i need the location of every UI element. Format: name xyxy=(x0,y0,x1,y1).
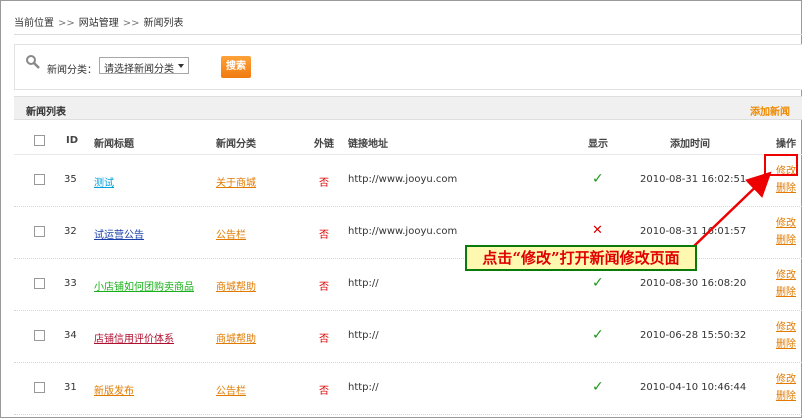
row-category-link[interactable]: 商城帮助 xyxy=(216,278,256,293)
search-button[interactable]: 搜索 xyxy=(221,56,251,78)
breadcrumb: 当前位置 >> 网站管理 >> 新闻列表 xyxy=(14,14,184,29)
row-external: 否 xyxy=(319,334,329,345)
edit-link[interactable]: 修改 xyxy=(776,267,798,284)
row-url: http:// xyxy=(348,382,379,393)
row-url: http://www.jooyu.com xyxy=(348,226,458,237)
row-external: 否 xyxy=(319,178,329,189)
column-header-actions: 操作 xyxy=(776,139,796,150)
row-title-link[interactable]: 店铺信用评价体系 xyxy=(94,330,174,345)
row-external: 否 xyxy=(319,230,329,241)
row-title-link[interactable]: 小店铺如何团购卖商品 xyxy=(94,278,194,293)
row-checkbox[interactable] xyxy=(34,174,45,185)
row-time: 2010-06-28 15:50:32 xyxy=(640,330,747,341)
row-category-link[interactable]: 公告栏 xyxy=(216,382,246,397)
annotation-callout: 点击“修改”打开新闻修改页面 xyxy=(465,245,697,271)
breadcrumb-separator: >> xyxy=(122,18,140,29)
table-row: 34 店铺信用评价体系 商城帮助 否 http:// ✓ 2010-06-28 15:50:… xyxy=(14,310,802,363)
row-category-link[interactable]: 商城帮助 xyxy=(216,330,256,345)
row-shown-status: ✓ xyxy=(592,275,604,291)
divider xyxy=(14,34,802,35)
row-checkbox[interactable] xyxy=(34,330,45,341)
row-time: 2010-08-31 16:02:51 xyxy=(640,174,747,185)
column-header-shown: 显示 xyxy=(588,139,608,150)
chevron-down-icon xyxy=(178,64,184,68)
delete-link[interactable]: 删除 xyxy=(776,232,798,249)
row-actions: 修改 删除 xyxy=(776,267,798,301)
add-news-link[interactable]: 添加新闻 xyxy=(750,103,790,118)
breadcrumb-current: 当前位置 xyxy=(14,18,54,29)
row-id: 34 xyxy=(64,330,77,341)
row-category-link[interactable]: 公告栏 xyxy=(216,226,246,241)
row-external: 否 xyxy=(319,282,329,293)
delete-link[interactable]: 删除 xyxy=(776,388,798,405)
breadcrumb-page: 新闻列表 xyxy=(143,18,184,29)
row-actions: 修改 删除 xyxy=(776,319,798,353)
row-time: 2010-04-10 10:46:44 xyxy=(640,382,747,393)
column-header-external: 外链 xyxy=(314,139,334,150)
row-id: 31 xyxy=(64,382,77,393)
search-icon xyxy=(26,55,40,69)
row-title-link[interactable]: 新版发布 xyxy=(94,382,134,397)
row-id: 33 xyxy=(64,278,77,289)
row-actions: 修改 删除 xyxy=(776,215,798,249)
row-url: http:// xyxy=(348,330,379,341)
row-external: 否 xyxy=(319,386,329,397)
table-row: 35 测试 关于商城 否 http://www.jooyu.com ✓ 2010-08-31… xyxy=(14,154,802,207)
table-title: 新闻列表 xyxy=(26,107,66,118)
edit-link[interactable]: 修改 xyxy=(776,319,798,336)
table-row: 31 新版发布 公告栏 否 http:// ✓ 2010-04-10 10:46:44 修改删… xyxy=(14,362,802,415)
row-shown-status: ✓ xyxy=(592,171,604,187)
row-title-link[interactable]: 试运营公告 xyxy=(94,226,144,241)
row-category-link[interactable]: 关于商城 xyxy=(216,174,256,189)
column-header-row: ID 新闻标题 新闻分类 外链 链接地址 显示 添加时间 操作 xyxy=(14,126,802,155)
category-select[interactable]: 请选择新闻分类 xyxy=(99,57,189,75)
row-id: 35 xyxy=(64,174,77,185)
edit-link[interactable]: 修改 xyxy=(776,371,798,388)
row-shown-status: ✕ xyxy=(592,223,603,238)
row-time: 2010-08-30 16:08:20 xyxy=(640,278,747,289)
column-header-id: ID xyxy=(66,135,79,146)
row-shown-status: ✓ xyxy=(592,379,604,395)
select-all-checkbox[interactable] xyxy=(34,135,45,146)
breadcrumb-separator: >> xyxy=(58,18,75,29)
row-checkbox[interactable] xyxy=(34,382,45,393)
delete-link[interactable]: 删除 xyxy=(776,180,798,197)
row-time: 2010-08-31 16:01:57 xyxy=(640,226,747,237)
delete-link[interactable]: 删除 xyxy=(776,284,798,301)
delete-link[interactable]: 删除 xyxy=(776,336,798,353)
row-url: http://www.jooyu.com xyxy=(348,174,458,185)
column-header-time: 添加时间 xyxy=(670,139,710,150)
breadcrumb-section[interactable]: 网站管理 xyxy=(79,18,119,29)
category-select-value: 请选择新闻分类 xyxy=(104,64,174,75)
row-actions: 修改 删除 xyxy=(776,371,798,405)
filter-bar: 新闻分类： 请选择新闻分类 搜索 xyxy=(14,44,802,90)
row-id: 32 xyxy=(64,226,77,237)
row-title-link[interactable]: 测试 xyxy=(94,174,114,189)
row-url: http:// xyxy=(348,278,379,289)
row-checkbox[interactable] xyxy=(34,226,45,237)
column-header-category: 新闻分类 xyxy=(216,139,256,150)
column-header-url: 链接地址 xyxy=(348,139,388,150)
category-filter-label: 新闻分类： xyxy=(47,65,97,76)
table-header-bar: 新闻列表 添加新闻 xyxy=(14,96,802,120)
edit-link[interactable]: 修改 xyxy=(776,215,798,232)
row-shown-status: ✓ xyxy=(592,327,604,343)
edit-highlight-box xyxy=(764,154,798,176)
row-checkbox[interactable] xyxy=(34,278,45,289)
column-header-title: 新闻标题 xyxy=(94,139,134,150)
